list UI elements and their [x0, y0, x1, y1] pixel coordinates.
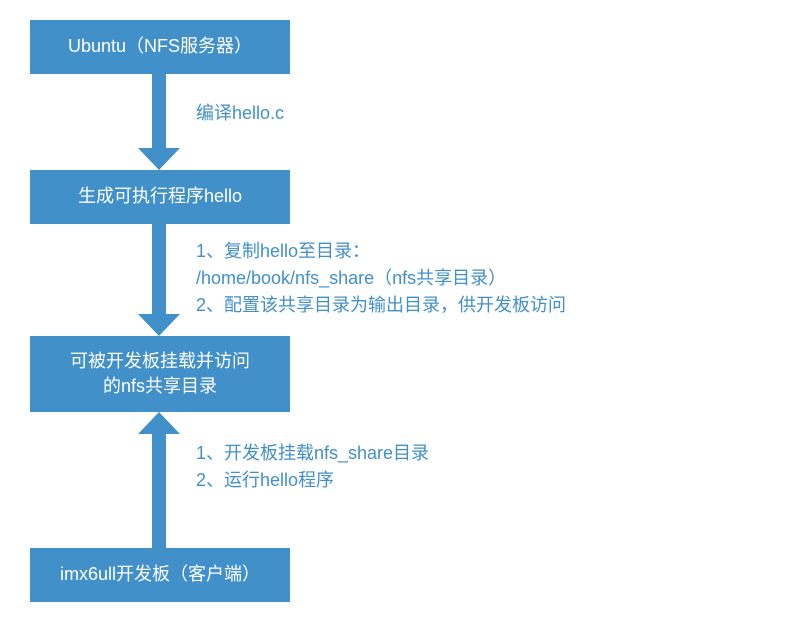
- edge-mount-line2: 2、运行hello程序: [196, 467, 596, 494]
- node-nfs-dir: 可被开发板挂载并访问 的nfs共享目录: [30, 336, 290, 412]
- edge-compile-label: 编译hello.c: [196, 100, 284, 127]
- edge-deploy-label: 1、复制hello至目录： /home/book/nfs_share（nfs共享…: [196, 238, 696, 319]
- edge-deploy-line1: 1、复制hello至目录：: [196, 238, 696, 265]
- edge-deploy-line2: /home/book/nfs_share（nfs共享目录）: [196, 265, 696, 292]
- edge-compile-text: 编译hello.c: [196, 103, 284, 123]
- edge-deploy-line3: 2、配置该共享目录为输出目录，供开发板访问: [196, 292, 696, 319]
- node-nfs-dir-label: 可被开发板挂载并访问 的nfs共享目录: [70, 349, 250, 399]
- nfs-flow-diagram: Ubuntu（NFS服务器） 编译hello.c 生成可执行程序hello 1、…: [0, 0, 785, 617]
- node-client: imx6ull开发板（客户端）: [30, 548, 290, 602]
- node-server-label: Ubuntu（NFS服务器）: [68, 34, 252, 59]
- edge-mount-label: 1、开发板挂载nfs_share目录 2、运行hello程序: [196, 440, 596, 494]
- node-compile-result-label: 生成可执行程序hello: [78, 184, 242, 209]
- arrow-mount: [152, 434, 166, 548]
- arrow-deploy: [152, 224, 166, 314]
- edge-mount-line1: 1、开发板挂载nfs_share目录: [196, 440, 596, 467]
- arrow-compile: [152, 74, 166, 148]
- node-compile-result: 生成可执行程序hello: [30, 170, 290, 224]
- node-server: Ubuntu（NFS服务器）: [30, 20, 290, 74]
- node-client-label: imx6ull开发板（客户端）: [60, 562, 260, 587]
